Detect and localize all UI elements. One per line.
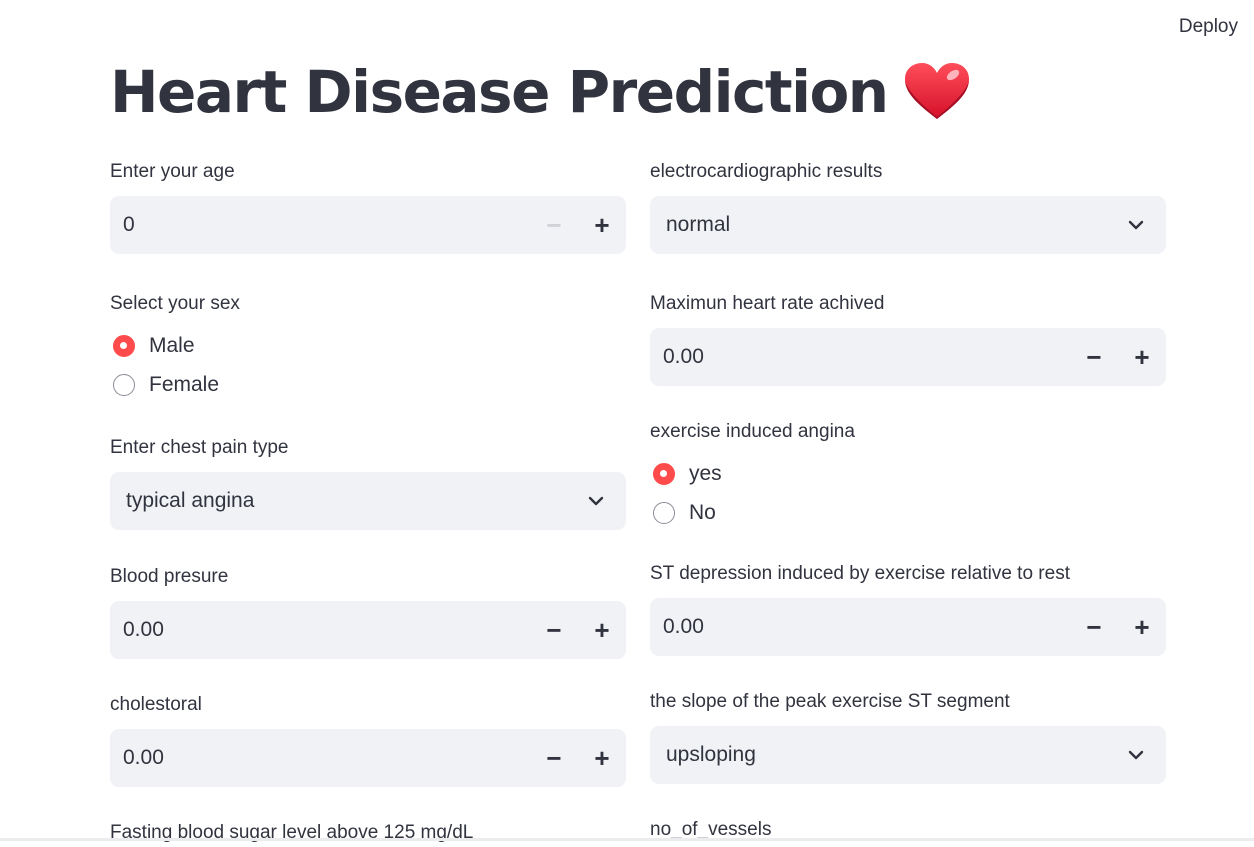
age-value[interactable]: 0 — [123, 213, 530, 237]
deploy-button[interactable]: Deploy — [1179, 14, 1238, 40]
right-column: electrocardiographic results normal Maxi… — [650, 158, 1166, 844]
blood-pressure-value[interactable]: 0.00 — [123, 618, 530, 642]
blood-pressure-increment-button[interactable]: + — [578, 601, 626, 659]
max-hr-decrement-button[interactable]: − — [1070, 328, 1118, 386]
chest-pain-value: typical angina — [126, 489, 255, 512]
cholesterol-label: cholestoral — [110, 694, 202, 715]
red-heart-icon — [904, 63, 969, 119]
ecg-label: electrocardiographic results — [650, 161, 883, 182]
age-number-input[interactable]: 0 − + — [110, 196, 626, 254]
angina-option-no[interactable]: No — [650, 493, 1166, 532]
cholesterol-number-input[interactable]: 0.00 − + — [110, 729, 626, 787]
ecg-select[interactable]: normal — [650, 196, 1166, 254]
age-decrement-button[interactable]: − — [530, 196, 578, 254]
st-depression-label: ST depression induced by exercise relati… — [650, 563, 1070, 584]
age-label: Enter your age — [110, 161, 235, 182]
max-hr-number-input[interactable]: 0.00 − + — [650, 328, 1166, 386]
max-hr-label: Maximun heart rate achived — [650, 293, 885, 314]
chevron-down-icon — [588, 496, 604, 506]
max-hr-value[interactable]: 0.00 — [663, 345, 1070, 369]
cholesterol-increment-button[interactable]: + — [578, 729, 626, 787]
radio-selected-icon — [113, 334, 135, 357]
angina-radio-group: yes No — [650, 454, 1166, 532]
radio-unselected-icon — [653, 501, 675, 524]
st-depression-decrement-button[interactable]: − — [1070, 598, 1118, 656]
radio-unselected-icon — [113, 373, 135, 396]
blood-pressure-number-input[interactable]: 0.00 − + — [110, 601, 626, 659]
chevron-down-icon — [1128, 220, 1144, 230]
chevron-down-icon — [1128, 750, 1144, 760]
slope-select[interactable]: upsloping — [650, 726, 1166, 784]
cholesterol-value[interactable]: 0.00 — [123, 746, 530, 770]
sex-label: Select your sex — [110, 293, 240, 314]
page-title: Heart Disease Prediction — [110, 58, 972, 126]
blood-pressure-label: Blood presure — [110, 566, 229, 587]
age-increment-button[interactable]: + — [578, 196, 626, 254]
fasting-sugar-label: Fasting blood sugar level above 125 mg/d… — [110, 822, 474, 843]
st-depression-value[interactable]: 0.00 — [663, 615, 1070, 639]
sex-option-label: Male — [149, 333, 195, 357]
slope-value: upsloping — [666, 743, 756, 766]
max-hr-increment-button[interactable]: + — [1118, 328, 1166, 386]
sex-option-label: Female — [149, 372, 220, 396]
chest-pain-label: Enter chest pain type — [110, 437, 289, 458]
sex-option-male[interactable]: Male — [110, 326, 626, 365]
st-depression-number-input[interactable]: 0.00 − + — [650, 598, 1166, 656]
angina-option-label: No — [689, 500, 716, 524]
left-column: Enter your age 0 − + Select your sex Mal… — [110, 158, 626, 847]
chest-pain-select[interactable]: typical angina — [110, 472, 626, 530]
slope-label: the slope of the peak exercise ST segmen… — [650, 691, 1010, 712]
angina-option-label: yes — [689, 461, 722, 485]
radio-selected-icon — [653, 462, 675, 485]
blood-pressure-decrement-button[interactable]: − — [530, 601, 578, 659]
st-depression-increment-button[interactable]: + — [1118, 598, 1166, 656]
page-title-text: Heart Disease Prediction — [110, 58, 889, 126]
angina-label: exercise induced angina — [650, 421, 855, 442]
cholesterol-decrement-button[interactable]: − — [530, 729, 578, 787]
sex-radio-group: Male Female — [110, 326, 626, 404]
ecg-value: normal — [666, 213, 731, 236]
sex-option-female[interactable]: Female — [110, 365, 626, 404]
angina-option-yes[interactable]: yes — [650, 454, 1166, 493]
